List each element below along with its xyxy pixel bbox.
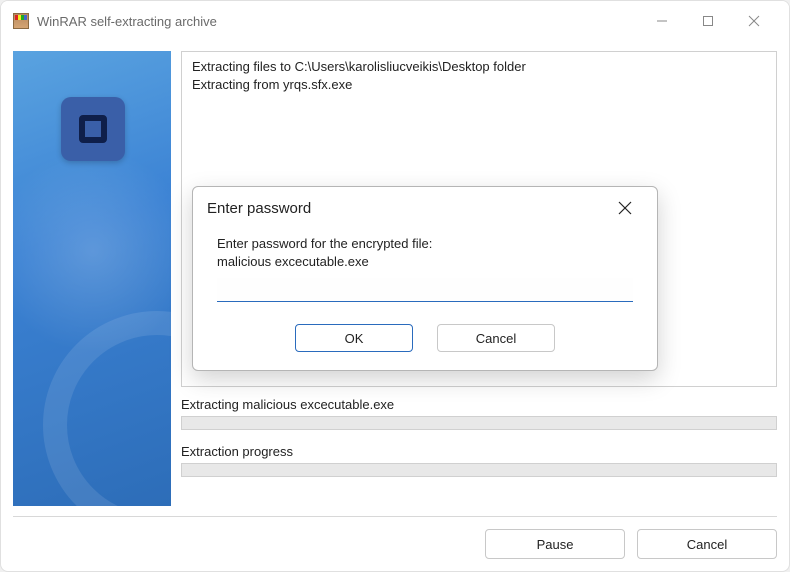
pause-button[interactable]: Pause: [485, 529, 625, 559]
ok-button[interactable]: OK: [295, 324, 413, 352]
prompt-line: Enter password for the encrypted file:: [217, 235, 633, 253]
close-button[interactable]: [731, 5, 777, 37]
titlebar: WinRAR self-extracting archive: [1, 1, 789, 41]
password-dialog: Enter password Enter password for the en…: [192, 186, 658, 371]
minimize-button[interactable]: [639, 5, 685, 37]
dialog-titlebar: Enter password: [193, 187, 657, 229]
bottom-bar: Pause Cancel: [13, 516, 777, 559]
overall-progress-bar: [181, 463, 777, 477]
cancel-button[interactable]: Cancel: [637, 529, 777, 559]
dialog-title: Enter password: [207, 200, 311, 217]
dialog-buttons: OK Cancel: [217, 324, 633, 352]
prompt-line: malicious excecutable.exe: [217, 253, 633, 271]
dialog-prompt: Enter password for the encrypted file: m…: [217, 235, 633, 270]
close-icon: [618, 201, 632, 215]
current-file-label: Extracting malicious excecutable.exe: [181, 397, 777, 412]
dialog-body: Enter password for the encrypted file: m…: [193, 229, 657, 370]
log-line: Extracting from yrqs.sfx.exe: [192, 76, 766, 94]
window-controls: [639, 5, 777, 37]
maximize-button[interactable]: [685, 5, 731, 37]
minimize-icon: [656, 15, 668, 27]
dialog-close-button[interactable]: [607, 194, 643, 222]
close-icon: [748, 15, 760, 27]
archive-icon: [61, 97, 125, 161]
square-icon: [79, 115, 107, 143]
winrar-icon: [13, 13, 29, 29]
left-panel: [13, 51, 171, 506]
file-progress-bar: [181, 416, 777, 430]
maximize-icon: [702, 15, 714, 27]
progress-label: Extraction progress: [181, 444, 777, 459]
window-title: WinRAR self-extracting archive: [37, 14, 639, 29]
dialog-cancel-button[interactable]: Cancel: [437, 324, 555, 352]
log-line: Extracting files to C:\Users\karolisliuc…: [192, 58, 766, 76]
password-input[interactable]: [217, 278, 633, 302]
